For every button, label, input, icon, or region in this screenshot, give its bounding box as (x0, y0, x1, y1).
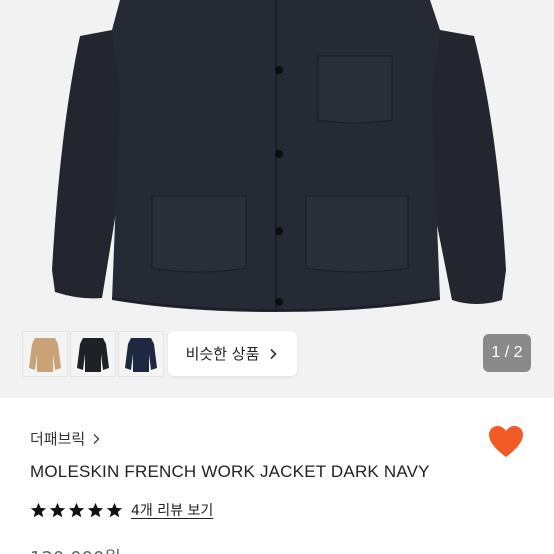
star-icon (68, 502, 85, 517)
star-icon (87, 502, 104, 517)
thumbnail-black-jacket[interactable] (70, 331, 116, 377)
star-icon (106, 502, 123, 517)
chevron-right-icon (270, 348, 278, 359)
rating-stars (30, 502, 123, 519)
product-info: 더패브릭 MOLESKIN FRENCH WORK JACKET DARK NA… (0, 398, 554, 554)
product-price: 120,000원 (30, 544, 121, 554)
rating-row: 4개 리뷰 보기 (30, 500, 213, 520)
star-icon (30, 502, 47, 517)
thumbnail-navy-jacket[interactable] (118, 331, 164, 377)
similar-products-label: 비슷한 상품 (185, 345, 260, 363)
star-icon (49, 502, 66, 517)
product-title: MOLESKIN FRENCH WORK JACKET DARK NAVY (30, 462, 430, 481)
thumbnail-beige-jacket[interactable] (22, 331, 68, 377)
similar-products-button[interactable]: 비슷한 상품 (168, 331, 297, 376)
product-image-gallery[interactable]: 비슷한 상품 1 / 2 (0, 0, 554, 398)
chevron-right-icon (93, 433, 100, 444)
brand-link[interactable]: 더패브릭 (30, 428, 101, 449)
image-page-indicator: 1 / 2 (483, 334, 531, 372)
brand-name: 더패브릭 (30, 430, 86, 448)
review-link[interactable]: 4개 리뷰 보기 (131, 500, 213, 520)
like-heart-icon[interactable] (488, 425, 524, 459)
thumbnail-strip (22, 331, 164, 377)
